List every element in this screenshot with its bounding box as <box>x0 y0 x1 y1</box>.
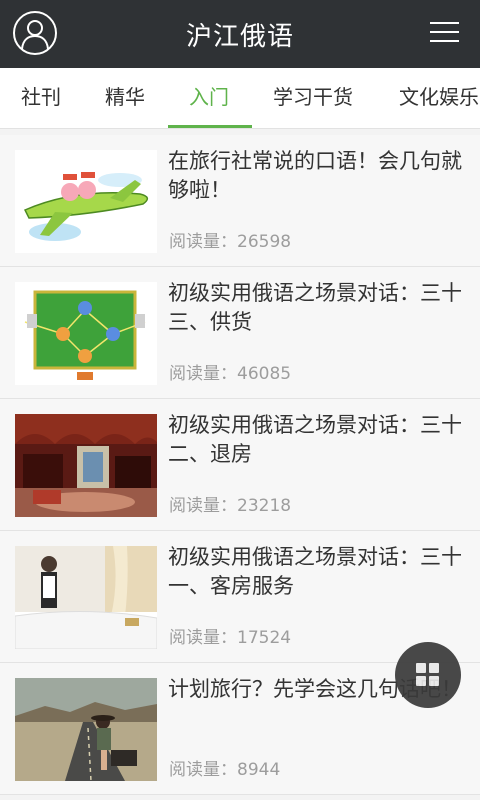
category-tab-bar: 社刊 精华 入门 学习干货 文化娱乐 <box>0 68 480 129</box>
article-title[interactable]: 初级实用俄语之场景对话：三十二、退房 <box>168 411 464 469</box>
active-tab-indicator <box>168 125 252 128</box>
list-item[interactable]: 初级实用俄语之场景对话：三十一、客房服务 阅读量：17524 <box>0 531 480 663</box>
article-thumbnail <box>15 282 157 385</box>
article-thumbnail <box>15 546 157 649</box>
read-count: 阅读量：17524 <box>169 623 291 648</box>
read-count-label: 阅读量： <box>169 364 237 384</box>
hamburger-menu-icon[interactable] <box>430 22 460 44</box>
article-title[interactable]: 初级实用俄语之场景对话：三十三、供货 <box>168 279 464 337</box>
read-count-value: 23218 <box>237 496 292 516</box>
tab-jinghua[interactable]: 精华 <box>105 68 145 128</box>
tab-shekan[interactable]: 社刊 <box>21 68 61 128</box>
tab-rumen[interactable]: 入门 <box>189 68 229 128</box>
read-count-value: 17524 <box>237 628 292 648</box>
article-thumbnail <box>15 678 157 781</box>
list-item[interactable]: 在旅行社常说的口语！会几句就够啦！ 阅读量：26598 <box>0 135 480 267</box>
grid-apps-icon[interactable] <box>395 642 461 708</box>
article-thumbnail <box>15 414 157 517</box>
list-item[interactable]: 初级实用俄语之场景对话：三十二、退房 阅读量：23218 <box>0 399 480 531</box>
read-count-label: 阅读量： <box>169 232 237 252</box>
app-header: 沪江俄语 <box>0 0 480 68</box>
read-count: 阅读量：8944 <box>169 755 280 780</box>
read-count: 阅读量：46085 <box>169 359 291 384</box>
read-count-label: 阅读量： <box>169 628 237 648</box>
tab-wenhua-yule[interactable]: 文化娱乐 <box>399 68 479 128</box>
article-thumbnail <box>15 150 157 253</box>
read-count-value: 46085 <box>237 364 292 384</box>
list-item[interactable]: 初级实用俄语之场景对话：三十三、供货 阅读量：46085 <box>0 267 480 399</box>
article-title[interactable]: 在旅行社常说的口语！会几句就够啦！ <box>168 147 464 205</box>
read-count-value: 8944 <box>237 760 281 780</box>
app-title: 沪江俄语 <box>185 22 294 52</box>
read-count-label: 阅读量： <box>169 760 237 780</box>
read-count-value: 26598 <box>237 232 292 252</box>
article-title[interactable]: 初级实用俄语之场景对话：三十一、客房服务 <box>168 543 464 601</box>
tab-xuexi-ganhuo[interactable]: 学习干货 <box>273 68 353 128</box>
read-count-label: 阅读量： <box>169 496 237 516</box>
read-count: 阅读量：23218 <box>169 491 291 516</box>
read-count: 阅读量：26598 <box>169 227 291 252</box>
